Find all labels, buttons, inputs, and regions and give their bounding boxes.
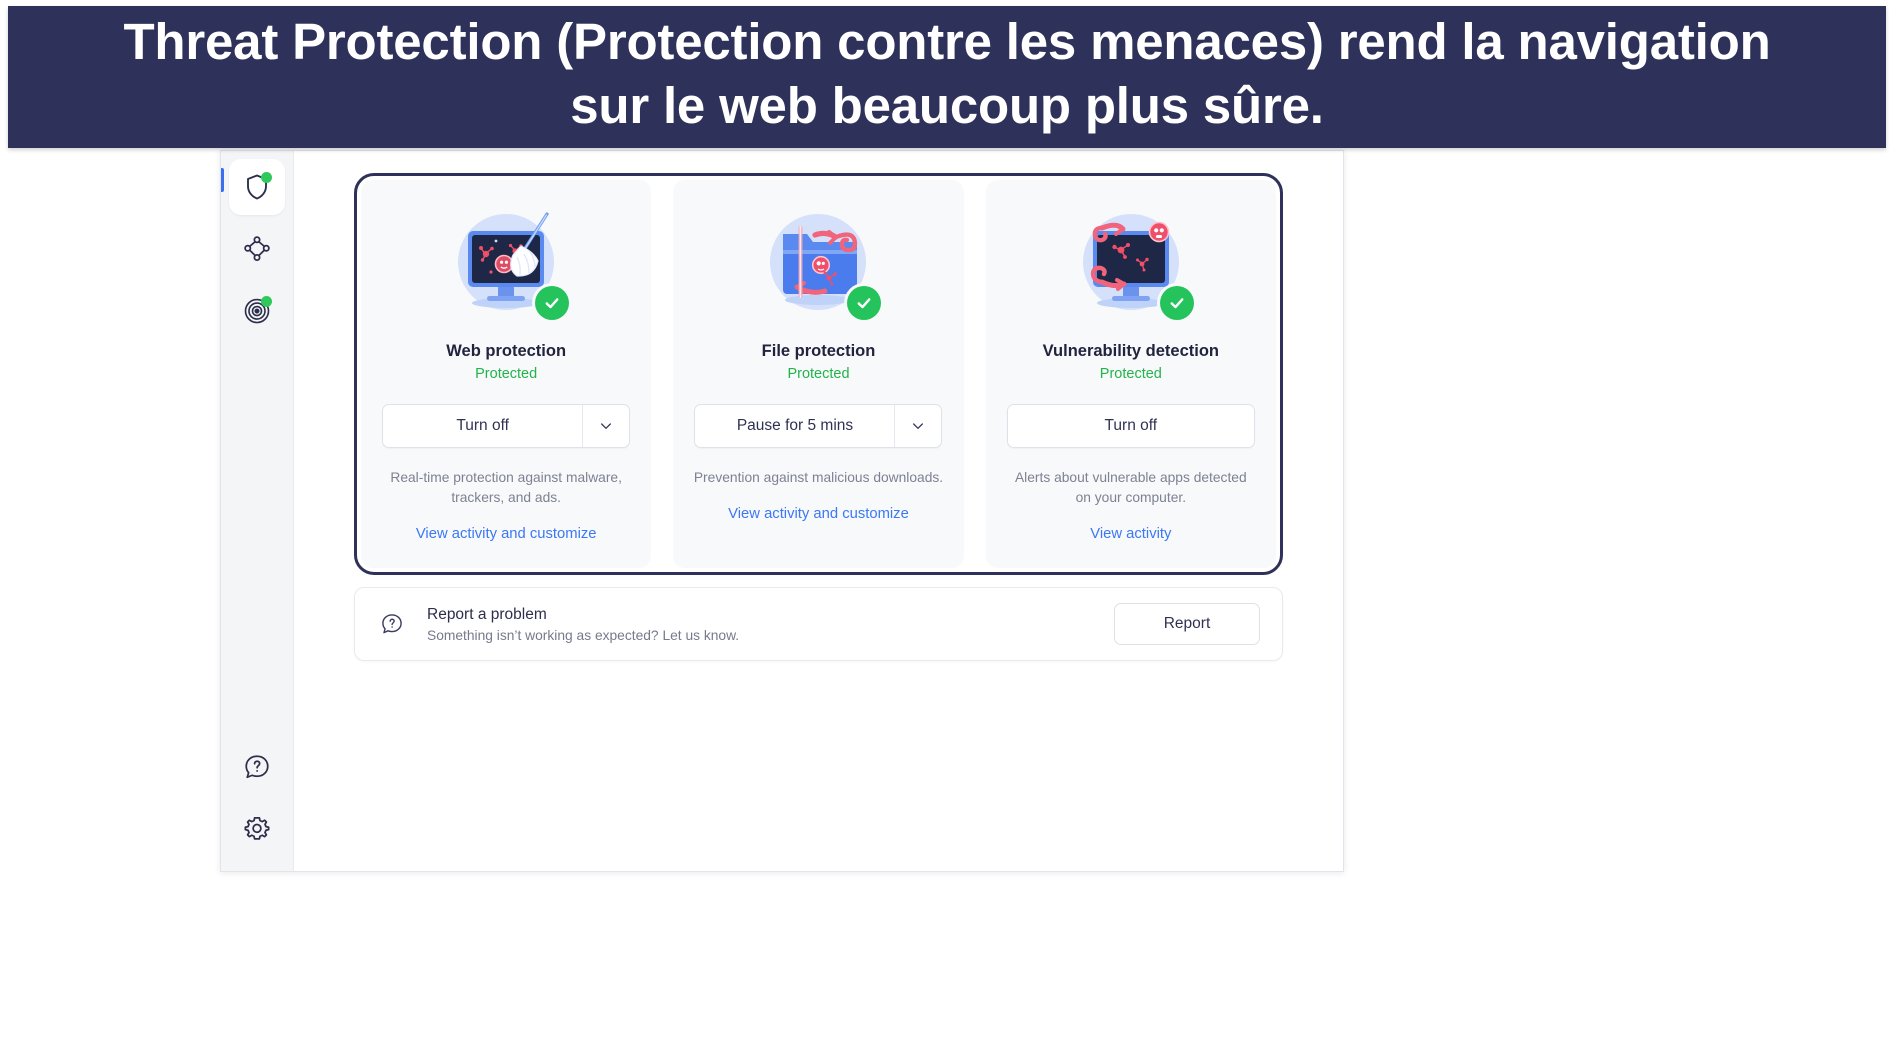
card-title: File protection [761, 342, 876, 360]
turn-off-split-button[interactable]: Turn off [382, 404, 631, 448]
report-title: Report a problem [427, 605, 547, 623]
threat-protection-highlight-ring: Web protection Protected Turn off Real-t… [354, 173, 1283, 575]
view-activity-link[interactable]: View activity [1090, 526, 1171, 542]
sidebar-item-help[interactable] [229, 739, 285, 795]
folder-scan-malware-icon [753, 202, 883, 332]
card-title: Web protection [446, 342, 567, 360]
view-activity-and-customize-link[interactable]: View activity and customize [728, 506, 909, 522]
help-bubble-icon [242, 752, 272, 782]
chevron-down-icon[interactable] [894, 405, 942, 447]
card-status: Protected [1099, 366, 1162, 382]
sidebar-item-mesh-network[interactable] [229, 221, 285, 277]
pause-split-button[interactable]: Pause for 5 mins [694, 404, 943, 448]
monitor-vulnerability-icon [1066, 202, 1196, 332]
card-description: Alerts about vulnerable apps detected on… [1014, 470, 1247, 505]
pause-for-5-mins-button[interactable]: Pause for 5 mins [695, 405, 895, 447]
turn-off-button[interactable]: Turn off [1007, 405, 1254, 447]
card-file-protection: File protection Protected Pause for 5 mi… [673, 180, 964, 568]
chevron-down-icon[interactable] [582, 405, 630, 447]
report-subtitle: Something isn’t working as expected? Let… [427, 627, 740, 643]
question-bubble-icon [379, 611, 405, 637]
check-badge-icon [535, 286, 570, 320]
card-vulnerability-detection: Vulnerability detection Protected Turn o… [985, 180, 1276, 568]
translation-banner: Threat Protection (Protection contre les… [8, 6, 1886, 148]
app-window: Web protection Protected Turn off Real-t… [220, 150, 1344, 872]
sidebar-item-dark-web-monitor[interactable] [229, 283, 285, 339]
sidebar-item-settings[interactable] [229, 801, 285, 865]
card-action: Turn off [1004, 404, 1258, 448]
card-action: Pause for 5 mins [691, 404, 945, 448]
check-badge-icon [1159, 286, 1194, 320]
sidebar-rail [221, 151, 294, 871]
card-title: Vulnerability detection [1042, 342, 1219, 360]
sidebar-item-threat-protection[interactable] [221, 159, 285, 215]
mesh-network-icon [242, 234, 272, 264]
report-texts: Report a problem Something isn’t working… [427, 606, 1114, 643]
view-activity-and-customize-link[interactable]: View activity and customize [416, 526, 597, 542]
protection-cards-row: Web protection Protected Turn off Real-t… [361, 180, 1276, 568]
monitor-broom-malware-icon [441, 202, 571, 332]
card-description: Real-time protection against malware, tr… [390, 470, 622, 505]
report-a-problem-bar: Report a problem Something isn’t working… [354, 587, 1283, 661]
turn-off-button[interactable]: Turn off [383, 405, 583, 447]
card-status: Protected [475, 366, 538, 382]
banner-text: Threat Protection (Protection contre les… [123, 13, 1771, 134]
gear-icon [242, 814, 272, 844]
report-button[interactable]: Report [1114, 603, 1260, 645]
card-action: Turn off [379, 404, 633, 448]
turn-off-button-wrap[interactable]: Turn off [1006, 404, 1255, 448]
status-dot-green [261, 296, 272, 307]
card-web-protection: Web protection Protected Turn off Real-t… [361, 180, 652, 568]
main-content: Web protection Protected Turn off Real-t… [294, 151, 1343, 871]
card-description: Prevention against malicious downloads. [693, 470, 944, 485]
card-status: Protected [787, 366, 850, 382]
status-dot-green [261, 172, 272, 183]
